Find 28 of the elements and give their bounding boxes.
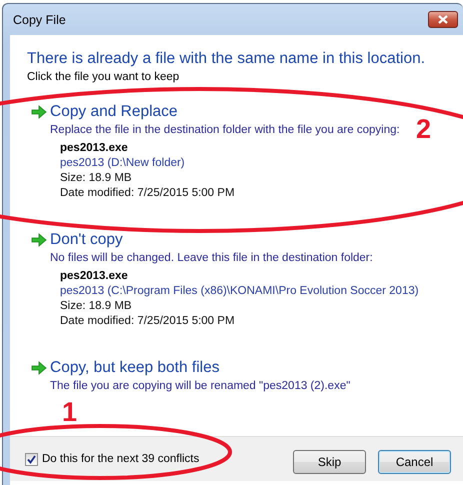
file-date: Date modified: 7/25/2015 5:00 PM bbox=[60, 186, 235, 201]
option-description: Replace the file in the destination folder with the file you are copying: bbox=[50, 123, 400, 138]
close-icon bbox=[438, 15, 448, 24]
file-location: pes2013 (D:\New folder) bbox=[60, 156, 185, 171]
arrow-icon bbox=[30, 233, 47, 247]
file-date: Date modified: 7/25/2015 5:00 PM bbox=[60, 314, 235, 329]
file-size: Size: 18.9 MB bbox=[60, 171, 132, 186]
option-title[interactable]: Copy and Replace bbox=[50, 102, 178, 122]
checkbox-label: Do this for the next 39 conflicts bbox=[42, 453, 200, 465]
option-description: The file you are copying will be renamed "pes2013 (2).exe" bbox=[50, 379, 350, 394]
dialog-button[interactable]: Skip bbox=[293, 450, 366, 474]
option-title[interactable]: Copy, but keep both files bbox=[50, 358, 220, 378]
checkbox[interactable] bbox=[25, 452, 38, 466]
annotation-number: 1 bbox=[62, 397, 78, 427]
close-button[interactable] bbox=[428, 11, 458, 28]
dialog-heading: There is already a file with the same name in this location. bbox=[26, 49, 426, 69]
annotation-number: 2 bbox=[416, 114, 432, 144]
dialog-button[interactable]: Cancel bbox=[378, 450, 451, 474]
file-location: pes2013 (C:\Program Files (x86)\KONAMI\Pro Evolution Soccer 2013) bbox=[60, 284, 419, 299]
option-title[interactable]: Don't copy bbox=[50, 230, 123, 250]
window-title: Copy File bbox=[13, 12, 66, 26]
arrow-icon bbox=[30, 105, 47, 119]
arrow-icon bbox=[30, 361, 47, 375]
file-name: pes2013.exe bbox=[60, 269, 128, 284]
option-description: No files will be changed. Leave this file in the destination folder: bbox=[50, 251, 373, 266]
instruction-text: Click the file you want to keep bbox=[26, 70, 180, 85]
file-name: pes2013.exe bbox=[60, 141, 128, 156]
file-size: Size: 18.9 MB bbox=[60, 299, 132, 314]
